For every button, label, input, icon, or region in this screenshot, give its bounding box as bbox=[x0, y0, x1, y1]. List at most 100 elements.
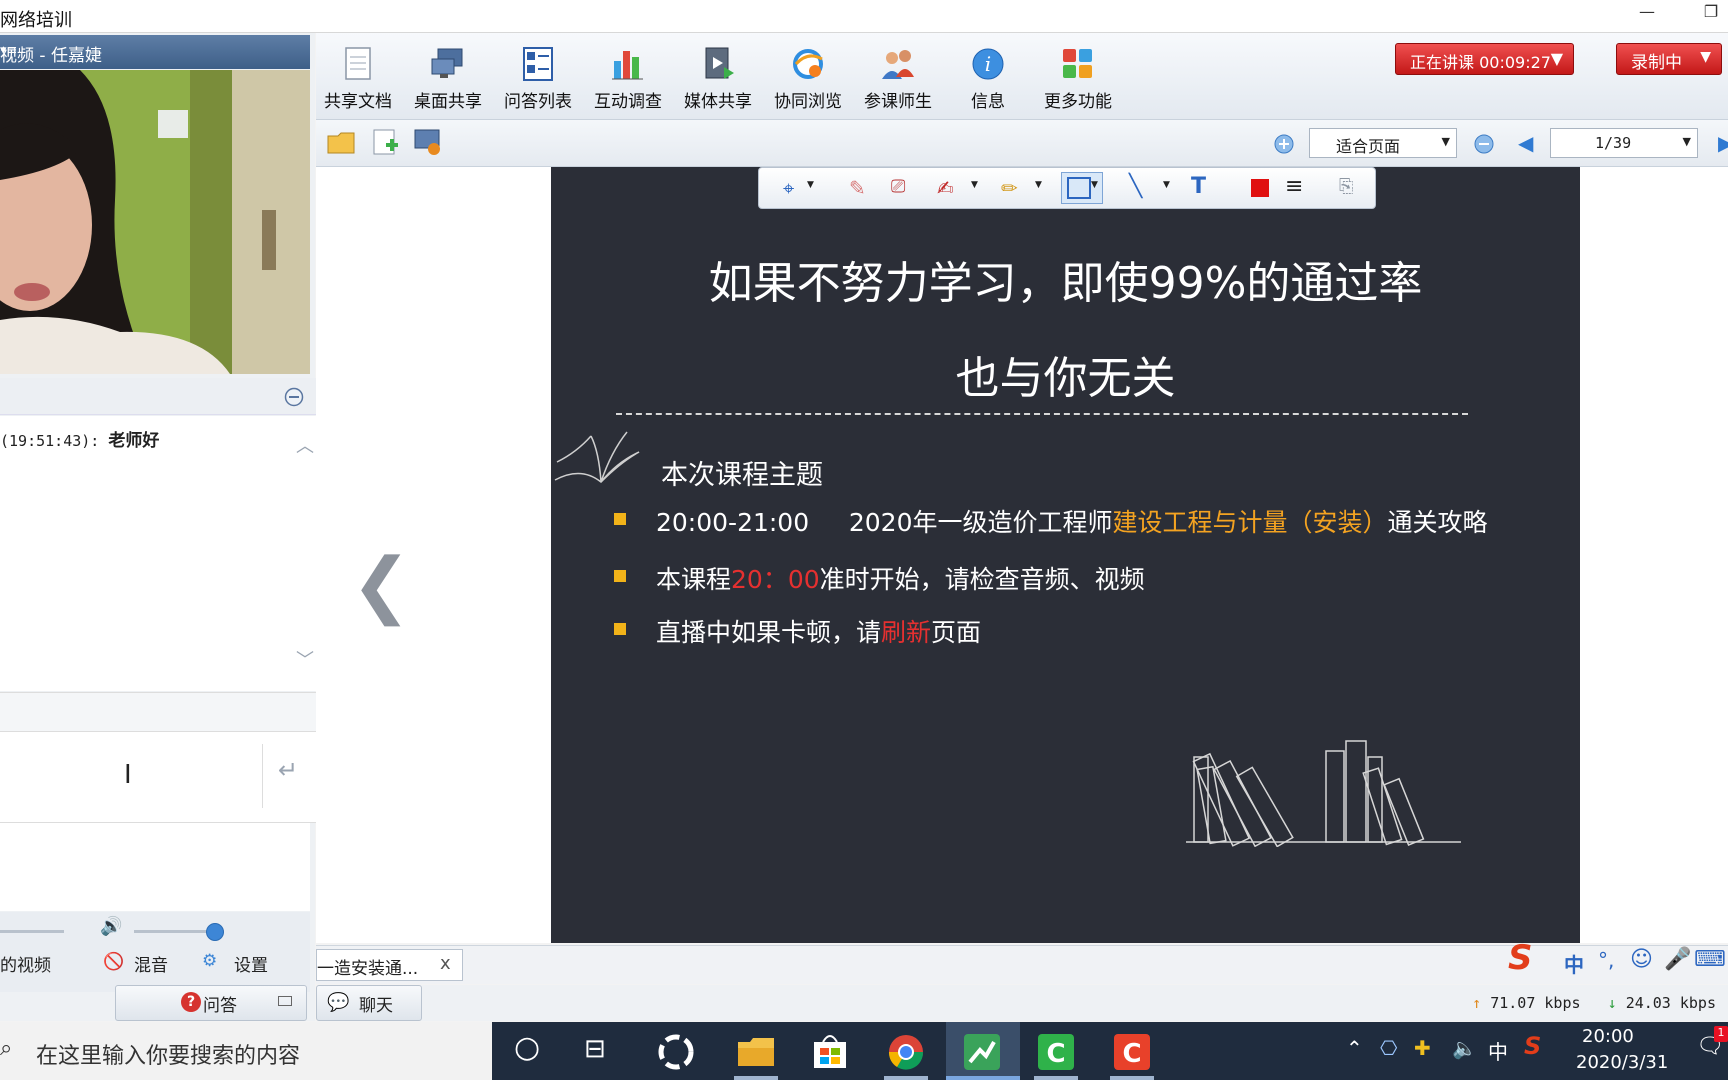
chat-input[interactable]: I ↵ bbox=[0, 732, 318, 823]
highlighter-icon[interactable]: ✏ bbox=[1001, 176, 1018, 200]
media-share-icon bbox=[705, 47, 734, 79]
taskbar-search-box[interactable]: ⌕ 在这里输入你要搜索的内容 bbox=[0, 1022, 492, 1080]
video-toggle-label[interactable]: 的视频 bbox=[0, 951, 51, 976]
pen-icon[interactable]: ✍ bbox=[937, 176, 954, 200]
toolbar-qa-list[interactable]: 问答列表 bbox=[496, 45, 580, 112]
copy-page-icon[interactable]: ⎘ bbox=[1339, 176, 1353, 197]
app-swirl-icon[interactable] bbox=[654, 1030, 698, 1074]
slide-title-line1: 如果不努力学习，即使99%的通过率 bbox=[708, 258, 1423, 309]
chrome-icon[interactable] bbox=[884, 1030, 928, 1074]
status-bar: ↑ 71.07 kbps ↓ 24.03 kbps bbox=[420, 985, 1728, 1021]
taskbar-active-indicator bbox=[946, 1076, 1020, 1080]
chevron-down-icon[interactable]: ▼ bbox=[1035, 180, 1042, 190]
zoom-in-icon[interactable] bbox=[1273, 133, 1295, 155]
chat-tab[interactable]: 💬 聊天 bbox=[316, 985, 422, 1021]
rectangle-shape bbox=[1067, 177, 1091, 199]
text-tool-icon[interactable]: T bbox=[1191, 174, 1206, 199]
chevron-down-icon[interactable]: ▼ bbox=[1163, 180, 1170, 190]
scroll-down-icon[interactable]: ﹀ bbox=[296, 646, 314, 672]
volume-knob[interactable] bbox=[206, 923, 224, 941]
clock-date[interactable]: 2020/3/31 bbox=[1576, 1052, 1668, 1073]
network-stats: ↑ 71.07 kbps ↓ 24.03 kbps bbox=[1472, 994, 1716, 1012]
prev-slide-arrow[interactable]: ❮ bbox=[351, 542, 411, 626]
text-cursor-icon: I bbox=[124, 760, 132, 790]
toolbar-more[interactable]: 更多功能 bbox=[1036, 45, 1120, 112]
settings-button[interactable]: 设置 bbox=[234, 951, 268, 976]
next-page-icon[interactable]: ▶ bbox=[1718, 131, 1728, 155]
live-status-button[interactable]: 正在讲课 00:09:27 ▼ bbox=[1395, 43, 1574, 75]
screen-capture-icon[interactable] bbox=[412, 127, 444, 157]
zoom-select[interactable]: 适合页面 ▼ bbox=[1309, 128, 1457, 158]
add-document-icon[interactable] bbox=[370, 127, 400, 157]
open-folder-icon[interactable] bbox=[326, 128, 358, 156]
toolbar-participants[interactable]: 参课师生 bbox=[856, 45, 940, 112]
chevron-down-icon[interactable]: ▼ bbox=[807, 180, 814, 190]
task-view-icon[interactable]: ⊟ bbox=[584, 1034, 606, 1064]
search-icon: ⌕ bbox=[0, 1036, 13, 1061]
toolbar-label: 问答列表 bbox=[504, 92, 572, 112]
tray-sogou-icon[interactable]: S bbox=[1524, 1032, 1541, 1060]
line-width-icon[interactable]: ≡ bbox=[1285, 174, 1303, 199]
toolbar-media-share[interactable]: 媒体共享 bbox=[676, 45, 760, 112]
window-title: 网络培训 bbox=[0, 10, 72, 31]
toolbar-survey[interactable]: 互动调查 bbox=[586, 45, 670, 112]
sogou-ime-icon[interactable]: S bbox=[1508, 938, 1533, 978]
file-explorer-icon[interactable] bbox=[734, 1030, 778, 1074]
restore-button[interactable]: ❐ bbox=[1696, 2, 1726, 28]
store-icon[interactable] bbox=[808, 1030, 852, 1074]
svg-text:C: C bbox=[1046, 1039, 1065, 1069]
microphone-icon[interactable]: 🎤 bbox=[1664, 947, 1691, 972]
zoom-select-value: 适合页面 bbox=[1336, 137, 1401, 156]
line-tool-icon[interactable]: ╲ bbox=[1129, 174, 1142, 199]
minimize-button[interactable]: — bbox=[1632, 2, 1662, 28]
pointer-icon[interactable]: ⌖ bbox=[783, 176, 794, 200]
toolbar-info[interactable]: i 信息 bbox=[946, 45, 1030, 112]
chevron-down-icon: ▼ bbox=[1682, 135, 1691, 148]
toolbar-desktop-share[interactable]: 桌面共享 bbox=[406, 45, 490, 112]
mix-button[interactable]: 混音 bbox=[134, 951, 168, 976]
color-picker-icon[interactable] bbox=[1251, 179, 1269, 197]
document-tab[interactable]: 一造安装通... x bbox=[316, 949, 463, 981]
slide-divider bbox=[616, 413, 1468, 415]
keyboard-icon[interactable]: ⌨ bbox=[1694, 947, 1726, 972]
close-icon[interactable]: x bbox=[440, 953, 451, 974]
info-icon: i bbox=[972, 48, 1004, 80]
emoji-icon[interactable]: ☺ bbox=[1630, 947, 1653, 972]
minimize-icon[interactable] bbox=[278, 996, 292, 1006]
camtasia-red-icon[interactable]: C bbox=[1110, 1030, 1154, 1074]
browser-icon bbox=[793, 49, 823, 79]
minus-circle-icon[interactable] bbox=[284, 387, 304, 407]
bullet-marker bbox=[614, 570, 626, 582]
bullet-marker bbox=[614, 513, 626, 525]
qa-list-icon bbox=[523, 47, 553, 81]
toolbar-share-doc[interactable]: 共享文档 bbox=[316, 45, 400, 112]
chevron-down-icon[interactable]: ▼ bbox=[971, 180, 978, 190]
qa-tab[interactable]: ? 问答 bbox=[115, 985, 307, 1021]
window-titlebar: 网络培训 — ❐ bbox=[0, 0, 1728, 33]
enter-icon[interactable]: ↵ bbox=[278, 756, 298, 784]
recording-button[interactable]: 录制中 ▼ bbox=[1616, 43, 1722, 75]
tray-network-app-icon[interactable]: ⎔ bbox=[1380, 1036, 1397, 1060]
camtasia-green-icon[interactable]: C bbox=[1034, 1030, 1078, 1074]
eraser-icon[interactable]: ✎ bbox=[849, 176, 866, 200]
toolbar-co-browse[interactable]: 协同浏览 bbox=[766, 45, 850, 112]
scroll-up-icon[interactable]: ︿ bbox=[296, 432, 314, 458]
clock-time[interactable]: 20:00 bbox=[1582, 1026, 1634, 1047]
tray-language[interactable]: 中 bbox=[1488, 1036, 1508, 1065]
zoom-out-icon[interactable] bbox=[1473, 133, 1495, 155]
speaker-icon[interactable]: 🔈 bbox=[1452, 1036, 1477, 1060]
list-menu-icon[interactable]: ▾≡ bbox=[0, 43, 304, 58]
previous-page-icon[interactable]: ◀ bbox=[1518, 131, 1533, 155]
tray-expand-icon[interactable]: ⌃ bbox=[1346, 1036, 1363, 1060]
notification-badge: 1 bbox=[1714, 1026, 1728, 1042]
task-view-circle-icon[interactable]: ○ bbox=[514, 1030, 540, 1065]
mic-slider[interactable] bbox=[0, 930, 64, 933]
survey-chart-icon bbox=[612, 51, 643, 80]
chevron-down-icon[interactable]: ▼ bbox=[1091, 180, 1098, 190]
tray-security-icon[interactable]: ✚ bbox=[1414, 1036, 1431, 1060]
punctuation-icon[interactable]: °, bbox=[1598, 948, 1614, 972]
clear-page-icon[interactable]: ⎚ bbox=[891, 176, 905, 197]
page-select[interactable]: 1/39 ▼ bbox=[1550, 128, 1698, 158]
ime-language[interactable]: 中 bbox=[1564, 949, 1584, 978]
training-app-icon[interactable] bbox=[960, 1030, 1004, 1074]
